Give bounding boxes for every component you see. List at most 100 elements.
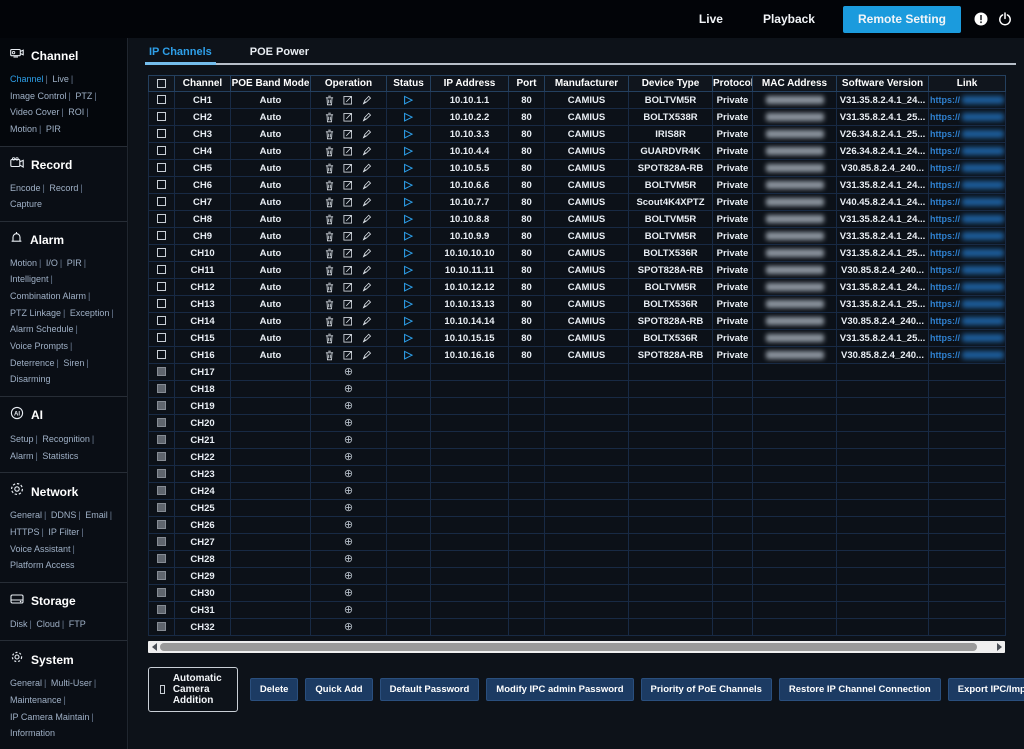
row-checkbox[interactable] xyxy=(157,248,166,257)
delete-icon[interactable] xyxy=(325,95,334,106)
add-camera-icon[interactable]: ⊕ xyxy=(344,468,353,480)
export-ipc-import-ipc-button[interactable]: Export IPC/Import IPC xyxy=(948,678,1024,701)
edit-icon[interactable] xyxy=(343,265,353,275)
play-status-icon[interactable]: ▷ xyxy=(404,179,412,191)
row-checkbox[interactable] xyxy=(157,163,166,172)
row-checkbox[interactable] xyxy=(157,180,166,189)
delete-icon[interactable] xyxy=(325,350,334,361)
add-camera-icon[interactable]: ⊕ xyxy=(344,519,353,531)
camera-web-link[interactable]: https:// xyxy=(930,129,1004,139)
row-checkbox[interactable] xyxy=(157,265,166,274)
modify-password-icon[interactable] xyxy=(362,112,372,122)
play-status-icon[interactable]: ▷ xyxy=(404,298,412,310)
delete-icon[interactable] xyxy=(325,265,334,276)
edit-icon[interactable] xyxy=(343,146,353,156)
edit-icon[interactable] xyxy=(343,112,353,122)
play-status-icon[interactable]: ▷ xyxy=(404,128,412,140)
scroll-left-arrow[interactable] xyxy=(148,643,160,651)
modify-password-icon[interactable] xyxy=(362,350,372,360)
edit-icon[interactable] xyxy=(343,299,353,309)
camera-web-link[interactable]: https:// xyxy=(930,214,1004,224)
modify-password-icon[interactable] xyxy=(362,197,372,207)
automatic-camera-addition-checkbox[interactable] xyxy=(160,685,165,694)
delete-icon[interactable] xyxy=(325,129,334,140)
edit-icon[interactable] xyxy=(343,248,353,258)
play-status-icon[interactable]: ▷ xyxy=(404,281,412,293)
add-camera-icon[interactable]: ⊕ xyxy=(344,536,353,548)
sidebar-item-system-ip-camera-maintain[interactable]: IP Camera Maintain xyxy=(10,712,89,722)
sidebar-item-alarm-motion[interactable]: Motion xyxy=(10,258,37,268)
modify-password-icon[interactable] xyxy=(362,282,372,292)
sidebar-item-system-maintenance[interactable]: Maintenance xyxy=(10,695,62,705)
delete-icon[interactable] xyxy=(325,248,334,259)
play-status-icon[interactable]: ▷ xyxy=(404,332,412,344)
delete-icon[interactable] xyxy=(325,333,334,344)
edit-icon[interactable] xyxy=(343,214,353,224)
play-status-icon[interactable]: ▷ xyxy=(404,247,412,259)
edit-icon[interactable] xyxy=(343,282,353,292)
modify-password-icon[interactable] xyxy=(362,316,372,326)
row-checkbox[interactable] xyxy=(157,282,166,291)
add-camera-icon[interactable]: ⊕ xyxy=(344,485,353,497)
select-all-checkbox[interactable] xyxy=(157,79,166,88)
add-camera-icon[interactable]: ⊕ xyxy=(344,400,353,412)
sidebar-item-alarm-exception[interactable]: Exception xyxy=(70,308,110,318)
sidebar-section-header-alarm[interactable]: Alarm xyxy=(10,231,117,249)
edit-icon[interactable] xyxy=(343,129,353,139)
camera-web-link[interactable]: https:// xyxy=(930,197,1004,207)
delete-icon[interactable] xyxy=(325,146,334,157)
modify-ipc-admin-password-button[interactable]: Modify IPC admin Password xyxy=(486,678,633,701)
play-status-icon[interactable]: ▷ xyxy=(404,213,412,225)
sidebar-item-network-https[interactable]: HTTPS xyxy=(10,527,40,537)
delete-icon[interactable] xyxy=(325,282,334,293)
sidebar-item-storage-ftp[interactable]: FTP xyxy=(69,619,86,629)
camera-web-link[interactable]: https:// xyxy=(930,95,1004,105)
modify-password-icon[interactable] xyxy=(362,129,372,139)
edit-icon[interactable] xyxy=(343,95,353,105)
row-checkbox[interactable] xyxy=(157,350,166,359)
add-camera-icon[interactable]: ⊕ xyxy=(344,451,353,463)
delete-icon[interactable] xyxy=(325,299,334,310)
camera-web-link[interactable]: https:// xyxy=(930,316,1004,326)
play-status-icon[interactable]: ▷ xyxy=(404,264,412,276)
sidebar-section-header-record[interactable]: Record xyxy=(10,156,117,174)
add-camera-icon[interactable]: ⊕ xyxy=(344,417,353,429)
modify-password-icon[interactable] xyxy=(362,265,372,275)
sidebar-item-channel-motion[interactable]: Motion xyxy=(10,124,37,134)
edit-icon[interactable] xyxy=(343,231,353,241)
delete-button[interactable]: Delete xyxy=(250,678,299,701)
camera-web-link[interactable]: https:// xyxy=(930,231,1004,241)
sidebar-item-ai-recognition[interactable]: Recognition xyxy=(42,434,90,444)
sidebar-item-record-capture[interactable]: Capture xyxy=(10,199,42,209)
sidebar-section-header-system[interactable]: System xyxy=(10,650,117,669)
camera-web-link[interactable]: https:// xyxy=(930,333,1004,343)
sidebar-item-record-record[interactable]: Record xyxy=(49,183,78,193)
power-icon[interactable] xyxy=(997,12,1012,27)
play-status-icon[interactable]: ▷ xyxy=(404,315,412,327)
sidebar-item-network-general[interactable]: General xyxy=(10,510,42,520)
sidebar-item-channel-image-control[interactable]: Image Control xyxy=(10,91,67,101)
camera-web-link[interactable]: https:// xyxy=(930,265,1004,275)
camera-web-link[interactable]: https:// xyxy=(930,146,1004,156)
sidebar-item-ai-setup[interactable]: Setup xyxy=(10,434,34,444)
play-status-icon[interactable]: ▷ xyxy=(404,145,412,157)
camera-web-link[interactable]: https:// xyxy=(930,248,1004,258)
info-icon[interactable] xyxy=(973,12,988,27)
play-status-icon[interactable]: ▷ xyxy=(404,196,412,208)
sidebar-item-alarm-intelligent[interactable]: Intelligent xyxy=(10,274,49,284)
sidebar-item-ai-statistics[interactable]: Statistics xyxy=(42,451,78,461)
edit-icon[interactable] xyxy=(343,316,353,326)
sidebar-item-alarm-ptz-linkage[interactable]: PTZ Linkage xyxy=(10,308,61,318)
sidebar-item-channel-pir[interactable]: PIR xyxy=(46,124,61,134)
modify-password-icon[interactable] xyxy=(362,333,372,343)
sidebar-item-alarm-voice-prompts[interactable]: Voice Prompts xyxy=(10,341,68,351)
row-checkbox[interactable] xyxy=(157,95,166,104)
nav-playback[interactable]: Playback xyxy=(743,0,835,38)
sidebar-section-header-ai[interactable]: AIAI xyxy=(10,406,117,425)
add-camera-icon[interactable]: ⊕ xyxy=(344,502,353,514)
add-camera-icon[interactable]: ⊕ xyxy=(344,570,353,582)
sidebar-item-channel-live[interactable]: Live xyxy=(52,74,69,84)
tab-ip-channels[interactable]: IP Channels xyxy=(149,46,212,65)
modify-password-icon[interactable] xyxy=(362,231,372,241)
row-checkbox[interactable] xyxy=(157,316,166,325)
